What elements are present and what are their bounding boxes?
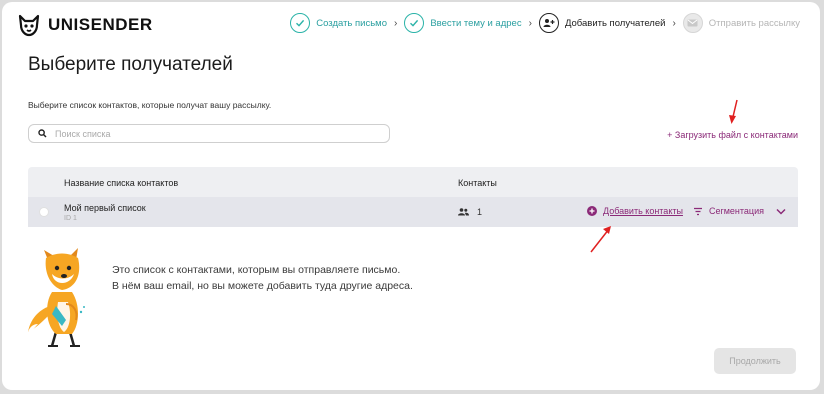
chevron-down-icon[interactable] (776, 208, 786, 215)
step-label: Отправить рассылку (708, 17, 800, 29)
step-label: Ввести тему и адрес (430, 17, 522, 29)
add-user-icon (543, 19, 555, 27)
main-window: UNISENDER Создать письмо › Ввести тему и… (2, 2, 820, 390)
row-actions: Добавить контакты Сегментация (587, 206, 786, 216)
wizard-steps: Создать письмо › Ввести тему и адрес › Д… (290, 13, 800, 33)
brand-name: UNISENDER (48, 15, 153, 34)
step-send-campaign[interactable]: Отправить рассылку (682, 13, 800, 33)
contacts-count-cell: 1 (458, 207, 482, 217)
continue-button[interactable]: Продолжить (714, 348, 796, 374)
chevron-right-icon: › (393, 17, 398, 29)
contacts-count: 1 (477, 207, 483, 217)
step-label: Создать письмо (316, 17, 387, 29)
users-icon (458, 208, 469, 216)
brand-logo[interactable]: UNISENDER (16, 12, 153, 38)
check-icon (296, 19, 305, 27)
step-add-recipients[interactable]: Добавить получателей (538, 13, 666, 33)
table-header: Название списка контактов Контакты (28, 167, 798, 197)
column-header-name: Название списка контактов (64, 178, 179, 188)
table-row[interactable]: Мой первый список ID 1 1 Добавить контак… (28, 197, 798, 227)
list-name[interactable]: Мой первый список (64, 203, 146, 213)
list-id: ID 1 (64, 215, 77, 222)
search-input[interactable] (55, 128, 355, 139)
search-icon (38, 129, 47, 138)
step-subject-address[interactable]: Ввести тему и адрес (404, 13, 522, 33)
add-contacts-label: Добавить контакты (603, 206, 683, 216)
step-create-email[interactable]: Создать письмо (290, 13, 387, 33)
hint-line-1: Это список с контактами, которым вы отпр… (112, 264, 401, 276)
filter-icon (693, 207, 702, 215)
list-select-radio[interactable] (39, 207, 49, 217)
plus-circle-icon (587, 206, 597, 216)
search-field[interactable] (28, 124, 390, 143)
empty-list-hint: Это список с контактами, которым вы отпр… (112, 262, 413, 294)
chevron-right-icon: › (672, 17, 676, 29)
chevron-right-icon: › (528, 17, 532, 29)
contact-lists-table: Название списка контактов Контакты Мой п… (28, 167, 798, 227)
fox-logo-icon (18, 14, 40, 37)
page-title: Выберите получателей (28, 54, 233, 75)
add-contacts-button[interactable]: Добавить контакты (587, 206, 683, 216)
mail-icon (687, 19, 698, 27)
step-label: Добавить получателей (564, 17, 666, 29)
upload-contacts-link[interactable]: + Загрузить файл с контактами (667, 130, 798, 140)
segmentation-label: Сегментация (708, 206, 764, 216)
hint-line-2: В нём ваш email, но вы можете добавить т… (112, 280, 413, 292)
column-header-contacts: Контакты (458, 178, 497, 188)
fox-mascot-illustration (28, 248, 85, 347)
page-subtitle: Выберите список контактов, которые получ… (28, 100, 272, 110)
check-icon (410, 19, 419, 27)
segmentation-button[interactable]: Сегментация (693, 206, 786, 216)
